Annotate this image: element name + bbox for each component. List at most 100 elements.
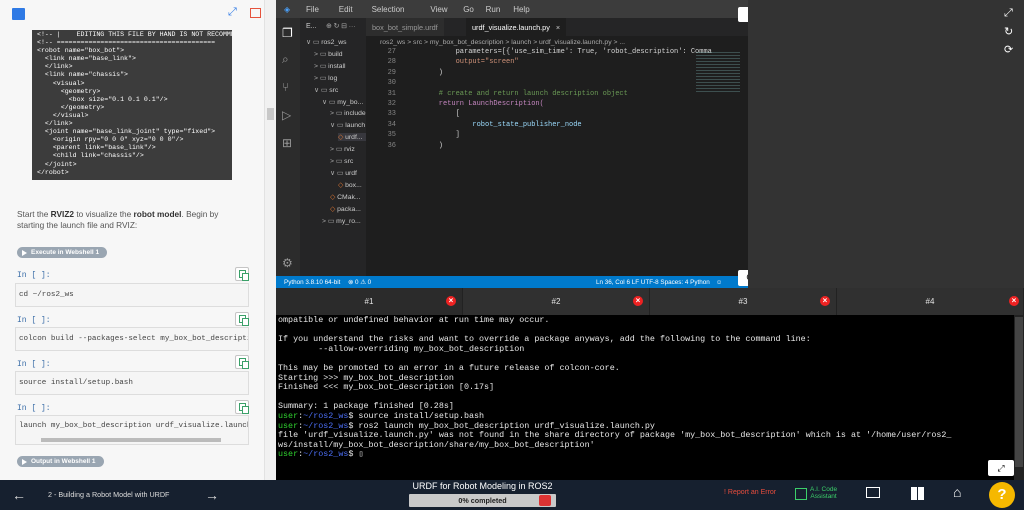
monitor-icon[interactable]: [866, 487, 880, 498]
window-toggle-icon[interactable]: [250, 8, 261, 18]
explorer-item[interactable]: ∨ ▭ urdf: [330, 169, 357, 177]
explorer-item[interactable]: ∨ ▭ my_bo...: [322, 98, 363, 106]
explorer-item[interactable]: > ▭ build: [314, 50, 343, 58]
scroll-thumb[interactable]: [1015, 317, 1023, 467]
explorer-item-label: my_ro...: [336, 217, 361, 225]
layout-grid-icon[interactable]: [911, 487, 924, 500]
explorer-item[interactable]: ◇ packa...: [330, 205, 361, 213]
terminal-tab-2[interactable]: #2 ×: [463, 288, 650, 315]
code-line[interactable]: ]: [422, 130, 460, 140]
expand-icon[interactable]: ⤢: [1004, 7, 1013, 20]
code-line[interactable]: output="screen": [422, 57, 519, 67]
line-number: 29: [387, 68, 396, 77]
terminal-tab-3[interactable]: #3 ×: [650, 288, 837, 315]
code-line[interactable]: # create and return launch description o…: [422, 89, 628, 99]
search-icon[interactable]: ⌕: [282, 52, 289, 67]
ai-assistant-icon[interactable]: [795, 488, 807, 500]
instruction-text: Start the RVIZ2 to visualize the robot m…: [17, 209, 219, 230]
ide-window: ◈ File Edit Selection View Go Run Help ❐ ⌕ ⑂ ▷…: [276, 0, 764, 288]
next-arrow-icon[interactable]: →: [205, 487, 219, 503]
help-button[interactable]: ?: [989, 482, 1015, 508]
close-terminal-icon[interactable]: ×: [446, 296, 456, 306]
new-file-icon[interactable]: ⊕ ↻ ⊟ ···: [326, 22, 356, 30]
menu-item[interactable]: File: [306, 5, 319, 14]
minimap[interactable]: [696, 52, 740, 92]
close-tab-icon[interactable]: ×: [556, 23, 560, 32]
menu-item[interactable]: Run: [486, 5, 501, 14]
expand-icon[interactable]: ⤢: [228, 6, 241, 18]
close-terminal-icon[interactable]: ×: [1009, 296, 1019, 306]
close-terminal-icon[interactable]: ×: [820, 296, 830, 306]
tab-urdf-visualize[interactable]: urdf_visualize.launch.py ×: [466, 18, 567, 36]
account-icon[interactable]: ☺: [716, 279, 722, 286]
execute-in-webshell-button[interactable]: Execute in Webshell 1: [17, 247, 108, 258]
explorer-item[interactable]: ∨ ▭ ros2_ws: [306, 38, 347, 46]
report-error-link[interactable]: ! Report an Error: [724, 489, 776, 496]
terminal-line: ompatible or undefined behavior at run t…: [278, 315, 1024, 326]
copy-icon[interactable]: [235, 267, 249, 281]
scroll-thumb[interactable]: [267, 108, 274, 120]
lesson-title[interactable]: 2 - Building a Robot Model with URDF: [48, 490, 169, 499]
ai-assistant-button[interactable]: A.I. Code Assistant: [810, 486, 837, 500]
menu-item[interactable]: Go: [463, 5, 474, 14]
terminal-scrollbar[interactable]: [1014, 315, 1024, 480]
refresh-icon[interactable]: ↻: [1004, 25, 1013, 38]
folder-icon: ∨ ▭: [322, 98, 338, 106]
extensions-icon[interactable]: ⊞: [282, 136, 292, 150]
folder-icon: ∨ ▭: [330, 169, 346, 177]
explorer-item[interactable]: > ▭ install: [314, 62, 346, 70]
previous-arrow-icon[interactable]: ←: [12, 487, 26, 503]
terminal-tab-4[interactable]: #4 ×: [837, 288, 1024, 315]
code-line[interactable]: ): [422, 68, 443, 78]
reload-icon[interactable]: ⟳: [1004, 43, 1013, 56]
problems-count[interactable]: ⊗ 0 ⚠ 0: [348, 279, 371, 286]
home-icon[interactable]: ⌂: [953, 484, 961, 500]
terminal-tab-1[interactable]: #1 ×: [276, 288, 463, 315]
explorer-item[interactable]: > ▭ my_ro...: [322, 217, 361, 225]
run-debug-icon[interactable]: ▷: [282, 108, 291, 122]
menu-item[interactable]: Edit: [339, 5, 353, 14]
explorer-item[interactable]: ◇ CMak...: [330, 193, 361, 201]
terminal-output[interactable]: ompatible or undefined behavior at run t…: [276, 315, 1024, 480]
code-line[interactable]: robot_state_publisher_node: [422, 120, 581, 130]
explorer-item[interactable]: ◇ box...: [338, 181, 362, 189]
python-interpreter[interactable]: Python 3.8.10 64-bit: [284, 279, 340, 286]
code-line[interactable]: return LaunchDescription(: [422, 99, 544, 109]
explorer-item[interactable]: > ▭ src: [330, 157, 353, 165]
code-line[interactable]: ): [422, 141, 443, 151]
code-line[interactable]: [: [422, 109, 460, 119]
terminal-text: Starting >>> my_box_bot_description: [278, 372, 454, 383]
book-icon[interactable]: [12, 8, 25, 20]
code-cell[interactable]: launch my_box_bot_description urdf_visua…: [15, 415, 249, 445]
copy-icon[interactable]: [235, 355, 249, 369]
folder-icon: > ▭: [322, 217, 337, 225]
explorer-item[interactable]: > ▭ rviz: [330, 145, 355, 153]
code-cell[interactable]: colcon build --packages-select my_box_bo…: [15, 327, 249, 351]
copy-icon[interactable]: [235, 400, 249, 414]
source-control-icon[interactable]: ⑂: [282, 80, 289, 94]
explorer-item[interactable]: ∨ ▭ launch: [330, 121, 365, 129]
line-number: 32: [387, 100, 396, 108]
output-in-webshell-button[interactable]: Output in Webshell 1: [17, 456, 104, 467]
line-number: 34: [387, 120, 396, 129]
copy-icon[interactable]: [235, 312, 249, 326]
explorer-item-label: src: [329, 86, 339, 94]
code-line[interactable]: parameters=[{'use_sim_time': True, 'robo…: [422, 47, 712, 57]
explorer-item[interactable]: ∨ ▭ src: [314, 86, 338, 94]
editor-status[interactable]: Ln 36, Col 6 LF UTF-8 Spaces: 4 Python: [596, 279, 710, 286]
tab-box-bot-simple[interactable]: box_bot_simple.urdf: [366, 18, 444, 36]
menu-item[interactable]: Help: [513, 5, 529, 14]
horizontal-scrollbar[interactable]: [41, 438, 221, 442]
notebook-scrollbar[interactable]: [264, 0, 276, 480]
code-cell[interactable]: cd ~/ros2_ws: [15, 283, 249, 307]
menu-item[interactable]: Selection: [372, 5, 405, 14]
code-cell[interactable]: source install/setup.bash: [15, 371, 249, 395]
explorer-item[interactable]: > ▭ include: [330, 109, 366, 117]
settings-gear-icon[interactable]: ⚙: [282, 256, 293, 270]
close-terminal-icon[interactable]: ×: [633, 296, 643, 306]
explorer-icon[interactable]: ❐: [282, 26, 293, 40]
terminal-expand-button[interactable]: ⤢: [988, 460, 1014, 476]
menu-item[interactable]: View: [430, 5, 447, 14]
explorer-item[interactable]: > ▭ log: [314, 74, 337, 82]
code-editor[interactable]: 27 parameters=[{'use_sim_time': True, 'r…: [366, 47, 748, 276]
